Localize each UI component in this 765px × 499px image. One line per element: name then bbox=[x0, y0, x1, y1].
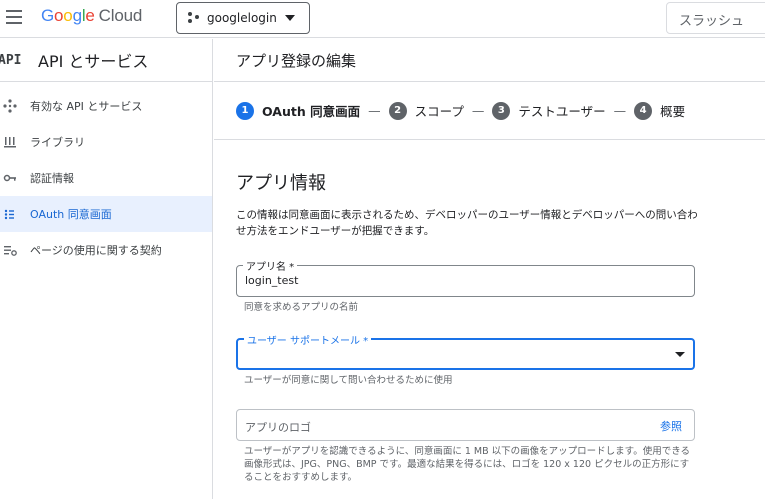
app-info-section: アプリ情報 この情報は同意画面に表示されるため、デベロッパーのユーザー情報とデベ… bbox=[236, 169, 736, 239]
step-separator: — bbox=[613, 103, 627, 118]
step-separator: — bbox=[471, 103, 485, 118]
page-title: アプリ登録の編集 bbox=[214, 39, 765, 82]
logo-suffix: Cloud bbox=[98, 6, 143, 25]
app-logo-field: アプリのロゴ 参照 ユーザーがアプリを認識できるように、同意画面に 1 MB 以… bbox=[236, 409, 695, 484]
support-email-helper: ユーザーが同意に関して問い合わせるために使用 bbox=[244, 375, 453, 386]
sidebar: API API とサービス 有効な API とサービス ライブラリ 認証情報 O… bbox=[0, 39, 213, 499]
project-name: googlelogin bbox=[207, 11, 277, 25]
sidebar-nav: 有効な API とサービス ライブラリ 認証情報 OAuth 同意画面 ページの… bbox=[0, 82, 212, 268]
sidebar-item-credentials[interactable]: 認証情報 bbox=[0, 160, 212, 196]
library-icon bbox=[0, 135, 30, 149]
sidebar-item-label: ページの使用に関する契約 bbox=[30, 244, 162, 257]
sidebar-item-label: 有効な API とサービス bbox=[30, 100, 143, 113]
logo-letter: G bbox=[41, 6, 55, 25]
app-name-label: アプリ名 * bbox=[243, 258, 298, 273]
step-number[interactable]: 4 bbox=[634, 101, 653, 120]
app-name-input[interactable]: アプリ名 * login_test bbox=[236, 258, 695, 297]
sidebar-item-label: 認証情報 bbox=[30, 172, 74, 185]
support-email-select[interactable]: ユーザー サポートメール * bbox=[236, 332, 695, 370]
logo-letter: e bbox=[85, 6, 95, 25]
sidebar-item-oauth-consent[interactable]: OAuth 同意画面 bbox=[0, 196, 212, 232]
step-number[interactable]: 2 bbox=[388, 101, 407, 120]
top-bar: Google Cloud googlelogin スラッシュ bbox=[0, 0, 765, 38]
google-cloud-logo[interactable]: Google Cloud bbox=[41, 6, 142, 26]
browse-button[interactable]: 参照 bbox=[660, 418, 682, 434]
main-content: アプリ登録の編集 1 OAuth 同意画面 — 2 スコープ — 3 テストユー… bbox=[214, 39, 765, 499]
step-number[interactable]: 1 bbox=[236, 101, 254, 120]
stepper: 1 OAuth 同意画面 — 2 スコープ — 3 テストユーザー — 4 概要 bbox=[214, 82, 765, 140]
sidebar-item-label: ライブラリ bbox=[30, 136, 85, 149]
logo-letter: g bbox=[72, 6, 82, 25]
step-number[interactable]: 3 bbox=[492, 101, 511, 120]
step-separator: — bbox=[368, 103, 381, 118]
app-name-helper: 同意を求めるアプリの名前 bbox=[244, 302, 359, 313]
project-icon bbox=[187, 11, 201, 25]
project-selector-button[interactable]: googlelogin bbox=[176, 2, 310, 34]
step-summary[interactable]: 概要 bbox=[660, 101, 685, 120]
sidebar-header: API API とサービス bbox=[0, 39, 212, 82]
step-scopes[interactable]: スコープ bbox=[415, 101, 464, 120]
section-title: アプリ情報 bbox=[236, 173, 326, 194]
search-slash-button[interactable]: スラッシュ bbox=[666, 2, 765, 34]
sidebar-title: API とサービス bbox=[38, 52, 149, 71]
sidebar-item-library[interactable]: ライブラリ bbox=[0, 124, 212, 160]
logo-letter: o bbox=[54, 6, 64, 25]
settings-list-icon bbox=[0, 243, 30, 257]
app-name-field: アプリ名 * login_test 同意を求めるアプリの名前 bbox=[236, 258, 695, 314]
app-logo-placeholder: アプリのロゴ bbox=[245, 421, 311, 434]
menu-icon[interactable] bbox=[6, 10, 22, 24]
sidebar-item-label: OAuth 同意画面 bbox=[30, 208, 112, 221]
app-logo-helper: ユーザーがアプリを認識できるように、同意画面に 1 MB 以下の画像をアップロー… bbox=[244, 446, 691, 483]
step-test-users[interactable]: テストユーザー bbox=[518, 101, 605, 120]
step-oauth-consent[interactable]: OAuth 同意画面 bbox=[262, 101, 360, 120]
api-services-icon bbox=[0, 99, 30, 113]
support-email-label: ユーザー サポートメール * bbox=[244, 332, 372, 347]
sidebar-item-page-usage-agreements[interactable]: ページの使用に関する契約 bbox=[0, 232, 212, 268]
api-badge-icon: API bbox=[0, 52, 22, 68]
chevron-down-icon bbox=[284, 15, 295, 21]
app-name-value: login_test bbox=[245, 274, 299, 287]
section-description: この情報は同意画面に表示されるため、デベロッパーのユーザー情報とデベロッパーへの… bbox=[236, 209, 698, 237]
dropdown-arrow-icon[interactable] bbox=[675, 352, 685, 357]
support-email-field: ユーザー サポートメール * ユーザーが同意に関して問い合わせるために使用 bbox=[236, 332, 695, 387]
oauth-consent-icon bbox=[0, 207, 30, 221]
sidebar-item-enabled-apis[interactable]: 有効な API とサービス bbox=[0, 88, 212, 124]
logo-letter: o bbox=[63, 6, 73, 25]
app-logo-input[interactable]: アプリのロゴ 参照 bbox=[236, 409, 695, 441]
key-icon bbox=[0, 171, 30, 185]
